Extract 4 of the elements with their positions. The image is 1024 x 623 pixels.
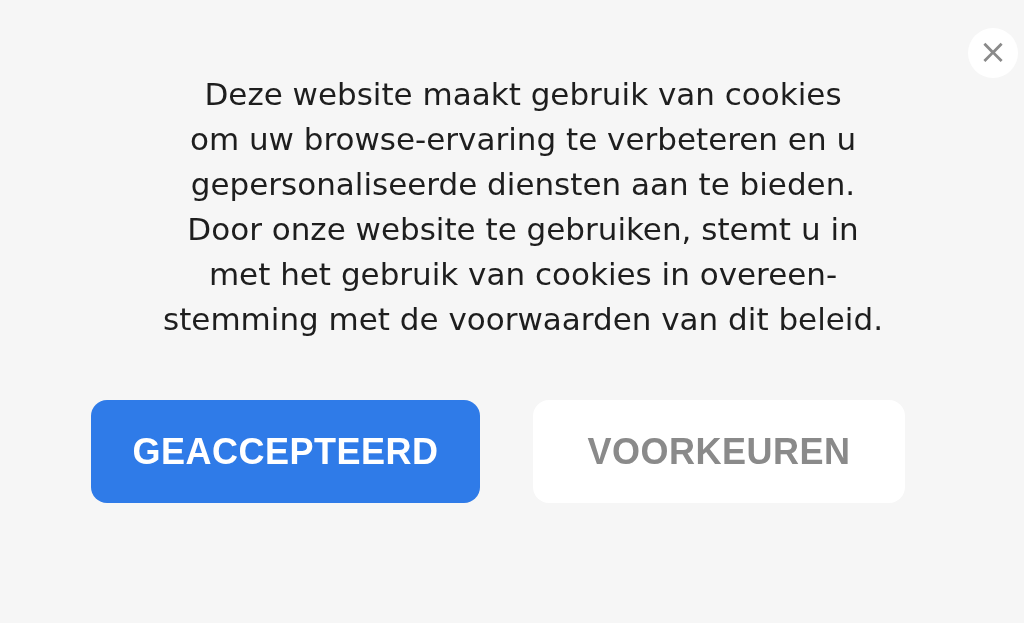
close-button[interactable]: × [968,28,1018,78]
accept-button[interactable]: GEACCEPTEERD [91,400,480,503]
preferences-button[interactable]: VOORKEUREN [533,400,905,503]
cookie-message: Deze website maakt gebruik van cookies om uw browse-ervaring te verbeteren en u gepersonaliseerde diensten aan te bieden. Door onze website te gebruiken, stemt u in met het gebruik van cookies in overeen- stemming met de voorwaarden van dit beleid. [162,75,884,339]
